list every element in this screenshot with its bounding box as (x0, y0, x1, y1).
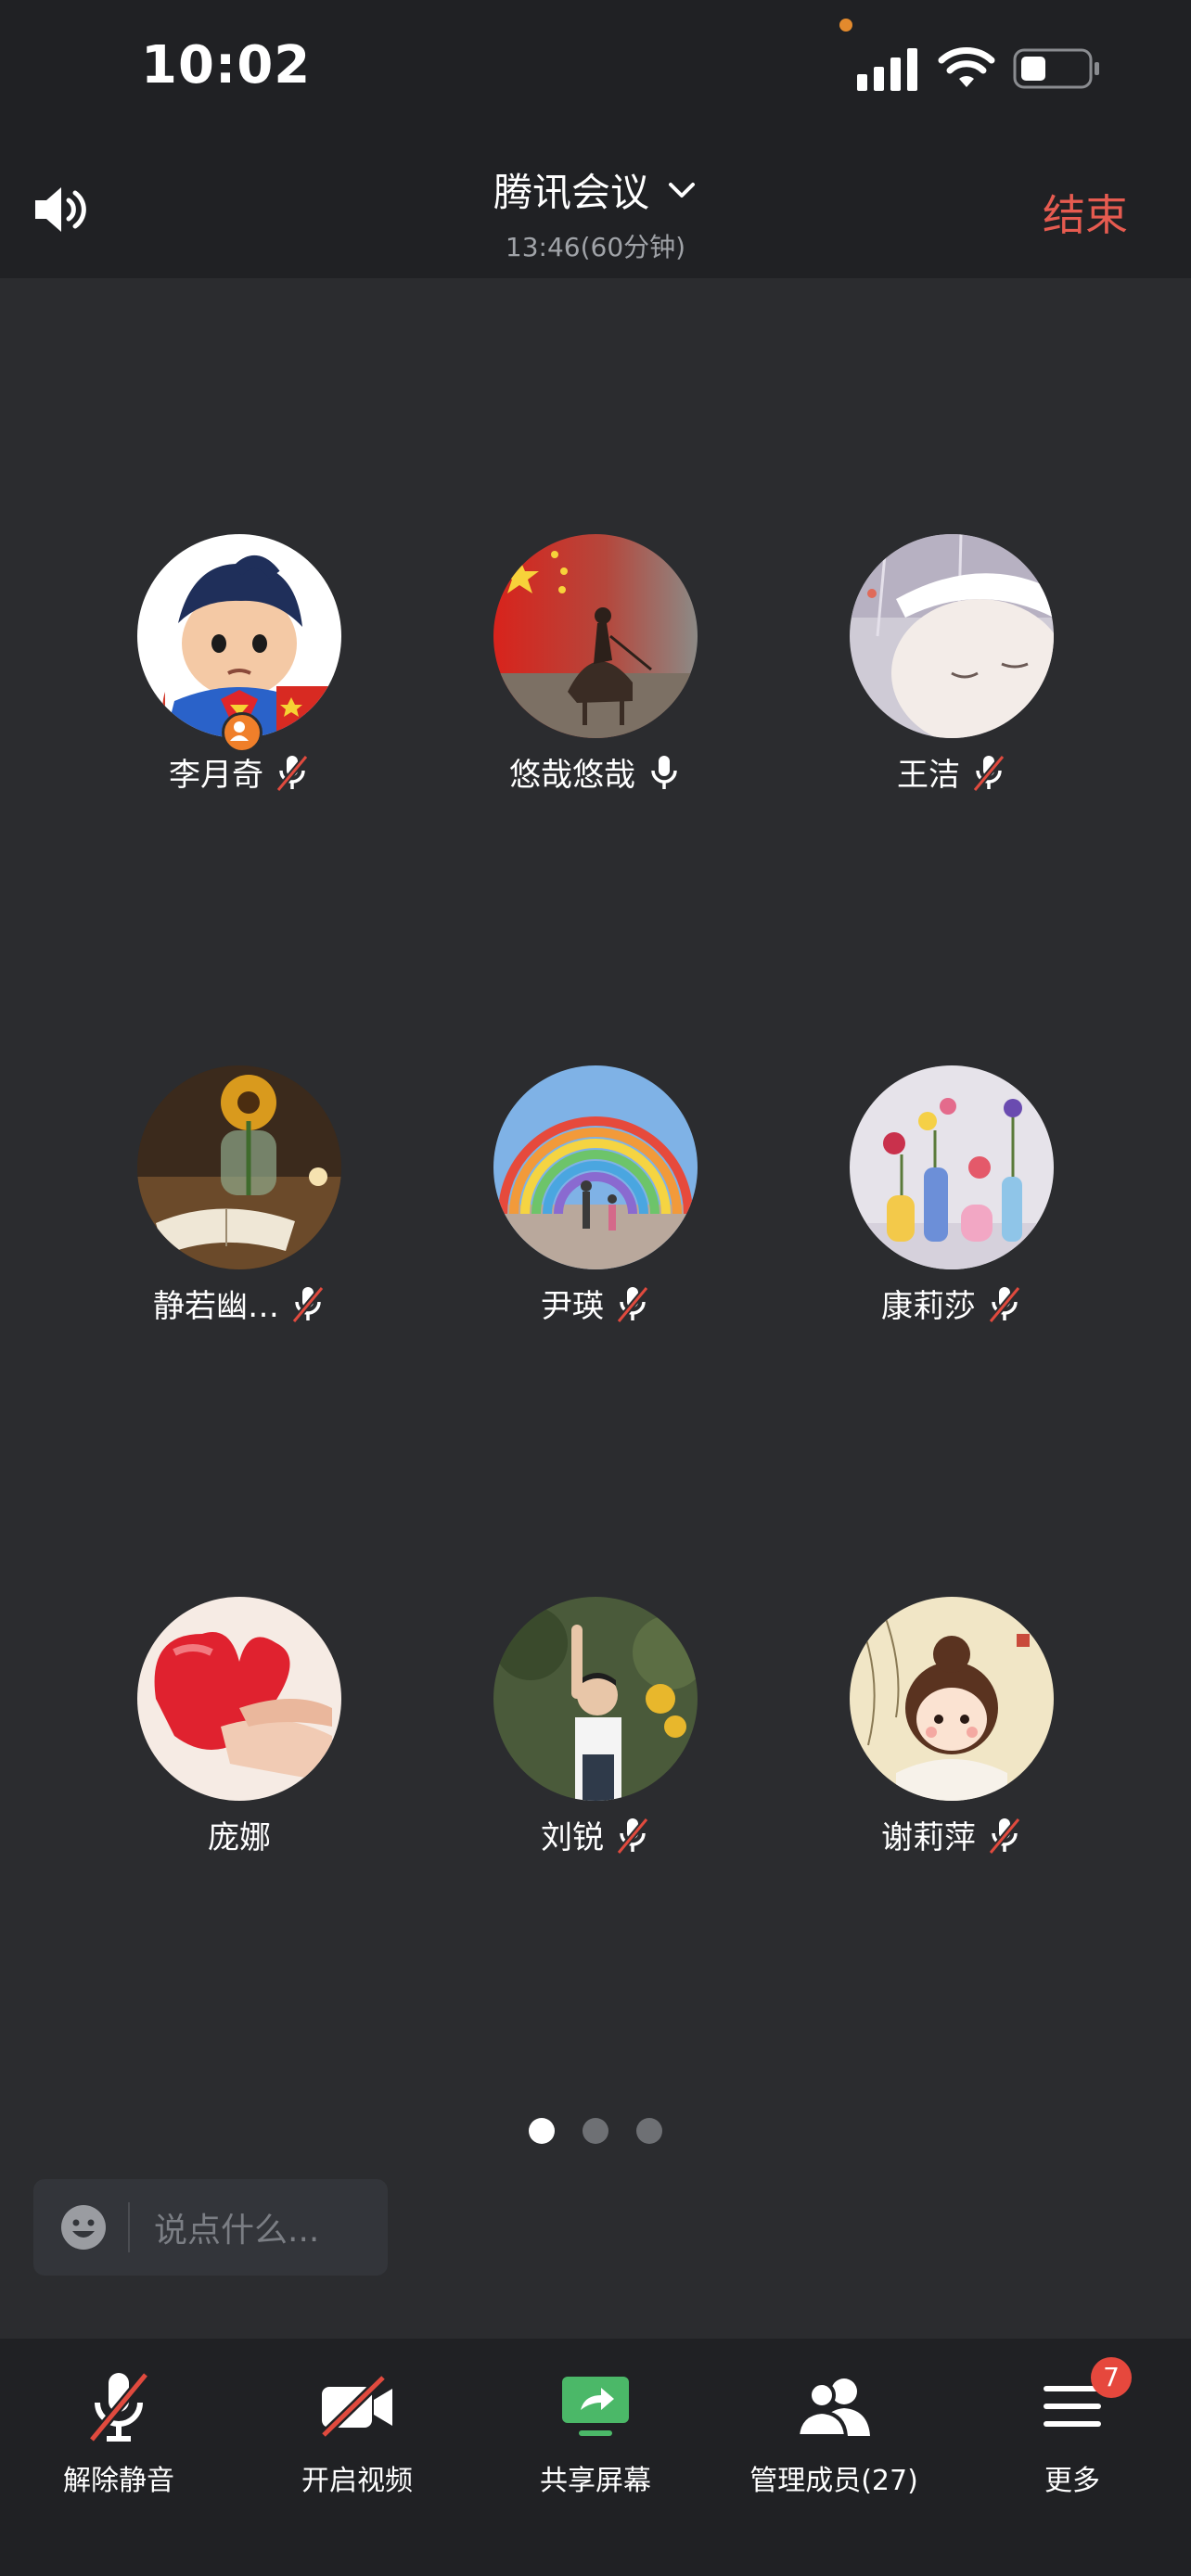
avatar (493, 1065, 698, 1269)
avatar (137, 1065, 341, 1269)
chat-placeholder: 说点什么... (154, 2212, 320, 2250)
host-badge-icon (222, 712, 263, 753)
mic-muted-icon (616, 1285, 649, 1323)
meeting-title-area[interactable]: 腾讯会议 13:46(60分钟) (0, 161, 1191, 264)
avatar (493, 534, 698, 738)
participant-name-row: 康莉莎 (799, 1281, 1105, 1326)
more-button[interactable]: 7 更多 (954, 2357, 1191, 2513)
page-dot-active[interactable] (529, 2118, 555, 2144)
participant-name: 王洁 (897, 757, 960, 794)
participant-tile[interactable]: 王洁 (799, 534, 1105, 812)
start-video-button[interactable]: 开启视频 (238, 2365, 476, 2513)
end-meeting-button[interactable]: 结束 (1043, 182, 1128, 243)
participant-name-row: 静若幽… (86, 1281, 392, 1326)
participant-name: 李月奇 (169, 757, 263, 794)
avatar (850, 1597, 1054, 1801)
cellular-signal-icon (857, 48, 917, 91)
participant-name: 悠哉悠哉 (509, 757, 635, 794)
meeting-header: 腾讯会议 13:46(60分钟) 结束 (0, 139, 1191, 278)
manage-members-label: 管理成员(27) (749, 2465, 918, 2497)
participant-tile[interactable]: 悠哉悠哉 (442, 534, 749, 812)
mic-on-icon (651, 755, 677, 789)
participant-name: 刘锐 (541, 1819, 604, 1856)
participant-name: 尹瑛 (541, 1288, 604, 1325)
page-indicator[interactable] (0, 2118, 1191, 2144)
avatar (850, 534, 1054, 738)
status-bar: 10:02 (0, 0, 1191, 139)
members-icon (795, 2378, 870, 2438)
avatar (493, 1597, 698, 1801)
chevron-down-icon (669, 182, 695, 198)
participant-name-row: 谢莉萍 (799, 1812, 1105, 1857)
page-dot[interactable] (636, 2118, 662, 2144)
camera-indicator-dot (839, 19, 852, 32)
battery-icon (1013, 48, 1099, 89)
participant-name-row: 刘锐 (442, 1812, 749, 1857)
wifi-icon (938, 47, 995, 87)
mic-muted-icon (988, 1817, 1021, 1855)
mic-muted-icon (275, 754, 309, 792)
mic-muted-icon (988, 1285, 1021, 1323)
avatar (137, 1597, 341, 1801)
start-video-label: 开启视频 (301, 2465, 413, 2497)
participant-tile[interactable]: 李月奇 (86, 534, 392, 812)
participant-name-row: 庞娜 (86, 1812, 392, 1857)
meeting-screen: 10:02 腾讯会议 13:46(60分钟) 结束 李月奇 悠哉悠哉 王洁 静若… (0, 0, 1191, 2576)
participant-name-row: 悠哉悠哉 (442, 749, 749, 795)
participant-name: 静若幽… (153, 1288, 279, 1325)
avatar (850, 1065, 1054, 1269)
unmute-button[interactable]: 解除静音 (0, 2365, 237, 2513)
participant-tile[interactable]: 庞娜 (86, 1597, 392, 1875)
share-screen-icon (562, 2377, 629, 2436)
bottom-toolbar: 解除静音 开启视频 共享屏幕 管理成员(27) 7 更多 (0, 2339, 1191, 2576)
meeting-title: 腾讯会议 (493, 170, 649, 215)
participant-name: 康莉莎 (881, 1288, 976, 1325)
participant-tile[interactable]: 刘锐 (442, 1597, 749, 1875)
participant-tile[interactable]: 康莉莎 (799, 1065, 1105, 1344)
share-screen-button[interactable]: 共享屏幕 (477, 2365, 714, 2513)
status-time: 10:02 (141, 35, 312, 96)
chat-divider (128, 2202, 130, 2252)
manage-members-button[interactable]: 管理成员(27) (715, 2365, 953, 2513)
participant-name: 谢莉萍 (881, 1819, 976, 1856)
participant-name-row: 尹瑛 (442, 1281, 749, 1326)
meeting-duration: 13:46(60分钟) (505, 232, 686, 262)
mic-muted-icon (88, 2371, 149, 2443)
avatar (137, 534, 341, 738)
participant-name-row: 王洁 (799, 749, 1105, 795)
video-off-icon (320, 2374, 392, 2439)
participant-tile[interactable]: 静若幽… (86, 1065, 392, 1344)
mic-muted-icon (291, 1285, 325, 1323)
share-screen-label: 共享屏幕 (540, 2465, 651, 2497)
more-label: 更多 (1044, 2465, 1100, 2497)
participant-tile[interactable]: 谢莉萍 (799, 1597, 1105, 1875)
mic-muted-icon (972, 754, 1005, 792)
participant-name-row: 李月奇 (86, 749, 392, 795)
unmute-label: 解除静音 (63, 2465, 174, 2497)
mic-muted-icon (616, 1817, 649, 1855)
notification-badge: 7 (1091, 2357, 1132, 2398)
page-dot[interactable] (583, 2118, 608, 2144)
emoji-icon[interactable] (59, 2203, 108, 2251)
participant-tile[interactable]: 尹瑛 (442, 1065, 749, 1344)
participant-name: 庞娜 (208, 1819, 271, 1856)
chat-input[interactable]: 说点什么... (33, 2179, 388, 2276)
